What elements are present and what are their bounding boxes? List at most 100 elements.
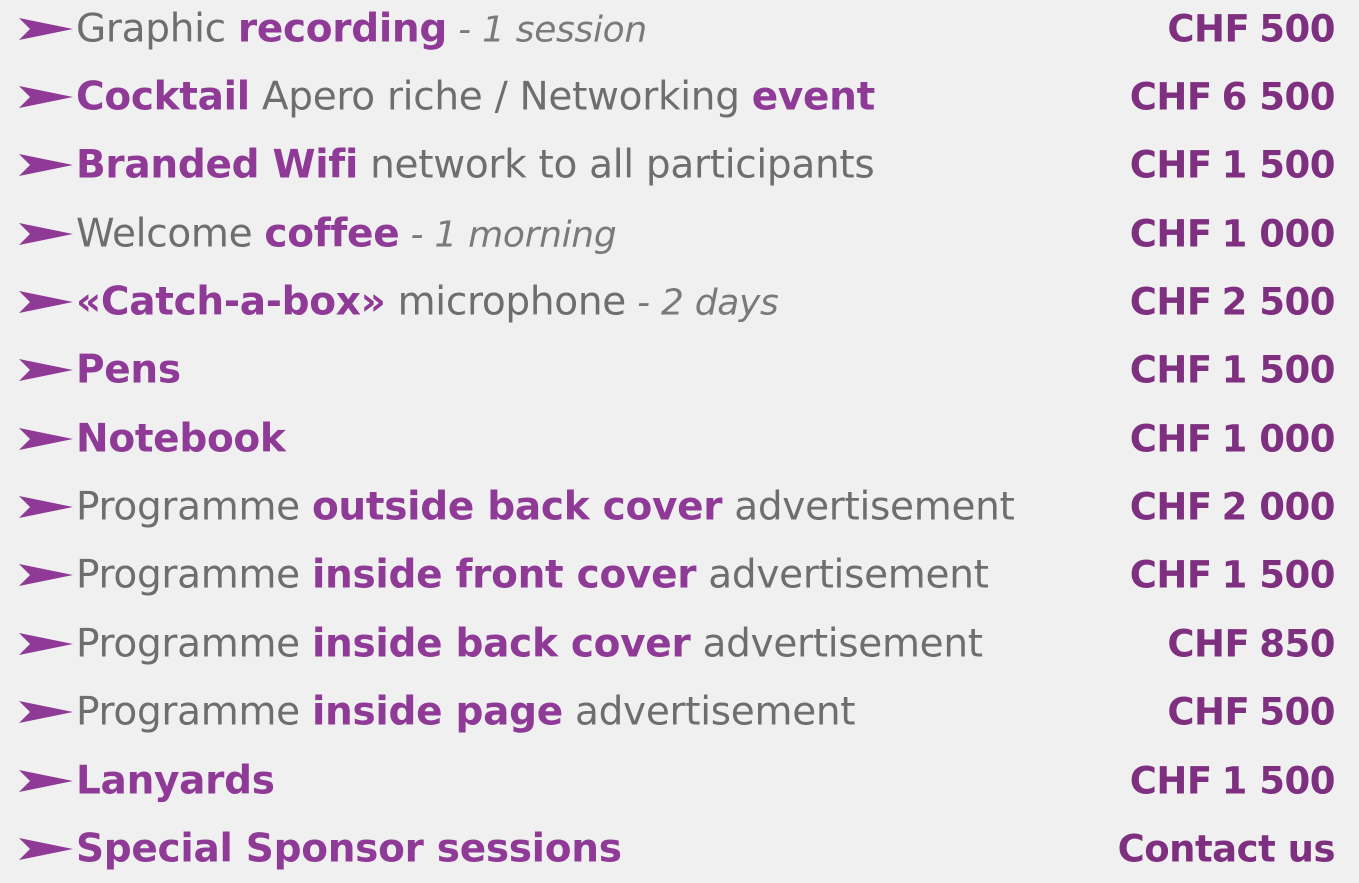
item-text: advertisement	[722, 484, 1015, 530]
price-currency: CHF	[1129, 348, 1212, 392]
item-price: CHF 850	[1167, 626, 1335, 663]
item-highlight: Lanyards	[76, 758, 275, 804]
arrow-right-icon	[18, 700, 74, 724]
price-amount: 1 500	[1221, 759, 1336, 803]
item-price: CHF 1 500	[1129, 143, 1336, 187]
price-list-item: Cocktail Apero riche / Networking event C…	[0, 63, 1359, 131]
price-list-item: «Catch-a-box» microphone - 2 days CHF 2 50…	[0, 268, 1359, 336]
item-label: «Catch-a-box» microphone - 2 days	[76, 279, 779, 325]
price-amount: 500	[1259, 7, 1335, 51]
item-highlight: inside back cover	[311, 621, 691, 667]
price-currency: CHF	[1167, 7, 1250, 51]
price-amount: 500	[1259, 690, 1335, 734]
item-label: Notebook	[76, 420, 286, 459]
item-highlight: Pens	[76, 347, 181, 393]
item-label: Pens	[76, 351, 181, 390]
item-text: advertisement	[690, 621, 983, 667]
arrow-right-icon	[18, 358, 74, 382]
price-list-item: Programme inside front cover advertiseme…	[0, 541, 1359, 609]
price-currency: CHF	[1129, 759, 1212, 803]
price-list-item: Lanyards CHF 1 500	[0, 747, 1359, 815]
item-text: Apero riche / Networking	[249, 74, 752, 120]
price-currency: CHF	[1129, 417, 1212, 461]
arrow-right-icon	[18, 632, 74, 656]
arrow-right-icon	[18, 222, 74, 246]
arrow-right-icon	[18, 837, 74, 861]
item-highlight: Special Sponsor sessions	[76, 826, 622, 872]
price-amount: 1 500	[1221, 143, 1336, 187]
item-highlight: Notebook	[76, 416, 286, 462]
price-amount: 2 500	[1221, 280, 1336, 324]
price-amount: 1 500	[1221, 553, 1336, 597]
item-price: CHF 2 000	[1130, 485, 1336, 529]
price-amount: 1 500	[1221, 348, 1336, 392]
item-highlight: Cocktail	[76, 74, 250, 120]
item-label: Programme outside back cover advertiseme…	[76, 488, 1015, 527]
price-currency: CHF	[1167, 622, 1250, 666]
item-note: - 1 session	[447, 9, 647, 51]
arrow-right-icon	[18, 563, 74, 587]
item-label: Programme inside back cover advertisemen…	[76, 625, 983, 664]
arrow-right-icon	[18, 85, 74, 109]
price-list-item: Welcome coffee - 1 morning CHF 1 000	[0, 200, 1359, 268]
item-price: CHF 500	[1167, 694, 1335, 731]
sponsorship-price-list: Graphic recording - 1 session CHF 500 Cockt…	[0, 0, 1359, 871]
price-amount: 6 500	[1221, 75, 1336, 119]
item-text: Programme	[76, 689, 312, 735]
item-label: Special Sponsor sessions	[76, 830, 622, 869]
item-highlight: «Catch-a-box»	[76, 279, 386, 325]
item-highlight: coffee	[264, 211, 400, 257]
item-price: CHF 1 000	[1129, 212, 1336, 256]
price-list-item: Special Sponsor sessions Contact us	[0, 815, 1359, 883]
item-text: Programme	[76, 484, 312, 530]
item-text: Welcome	[76, 211, 265, 257]
item-price: CHF 500	[1167, 11, 1335, 48]
arrow-right-icon	[18, 427, 74, 451]
price-currency: CHF	[1129, 212, 1212, 256]
arrow-right-icon	[18, 495, 74, 519]
arrow-right-icon	[18, 17, 74, 41]
item-price: CHF 1 500	[1129, 759, 1336, 803]
item-price: CHF 1 500	[1129, 553, 1336, 597]
price-list-item: Programme inside page advertisement CHF 50…	[0, 678, 1359, 746]
price-amount: 1 000	[1221, 212, 1336, 256]
item-label: Programme inside page advertisement	[76, 689, 856, 735]
item-price: CHF 1 000	[1129, 417, 1336, 461]
item-highlight: inside page	[311, 689, 563, 735]
item-label: Lanyards	[76, 762, 275, 801]
arrow-right-icon	[18, 153, 74, 177]
price-currency: CHF	[1129, 143, 1212, 187]
price-currency: CHF	[1129, 553, 1212, 597]
item-price: CHF 6 500	[1129, 75, 1336, 119]
arrow-right-icon	[18, 290, 74, 314]
item-highlight: outside back cover	[311, 484, 723, 530]
price-list-item: Programme outside back cover advertiseme…	[0, 473, 1359, 541]
price-amount: 1 000	[1221, 417, 1336, 461]
item-highlight: recording	[237, 6, 448, 52]
item-note: - 2 days	[625, 282, 779, 324]
arrow-right-icon	[18, 769, 74, 793]
price-list-item: Notebook CHF 1 000	[0, 405, 1359, 473]
price-list-item: Pens CHF 1 500	[0, 336, 1359, 404]
item-highlight: inside front cover	[311, 552, 697, 598]
item-label: Graphic recording - 1 session	[76, 10, 647, 49]
item-label: Programme inside front cover advertiseme…	[76, 556, 989, 595]
item-text: advertisement	[696, 552, 989, 598]
item-text: Graphic	[76, 6, 238, 52]
price-currency: CHF	[1129, 75, 1212, 119]
price-currency: CHF	[1167, 690, 1250, 734]
price-amount: Contact us	[1117, 827, 1336, 871]
price-amount: 2 000	[1221, 485, 1336, 529]
item-highlight: Branded Wifi	[76, 142, 359, 188]
item-price: Contact us	[1117, 827, 1336, 871]
item-note: - 1 morning	[399, 214, 617, 256]
item-label: Branded Wifi network to all participants	[76, 142, 875, 188]
item-label: Cocktail Apero riche / Networking event	[76, 78, 875, 117]
price-list-item: Programme inside back cover advertisemen…	[0, 610, 1359, 678]
price-amount: 850	[1259, 622, 1335, 666]
item-text: Programme	[76, 621, 312, 667]
item-text: Programme	[76, 552, 312, 598]
item-highlight: event	[751, 74, 876, 120]
item-text: network to all participants	[358, 142, 875, 188]
price-currency: CHF	[1129, 280, 1212, 324]
